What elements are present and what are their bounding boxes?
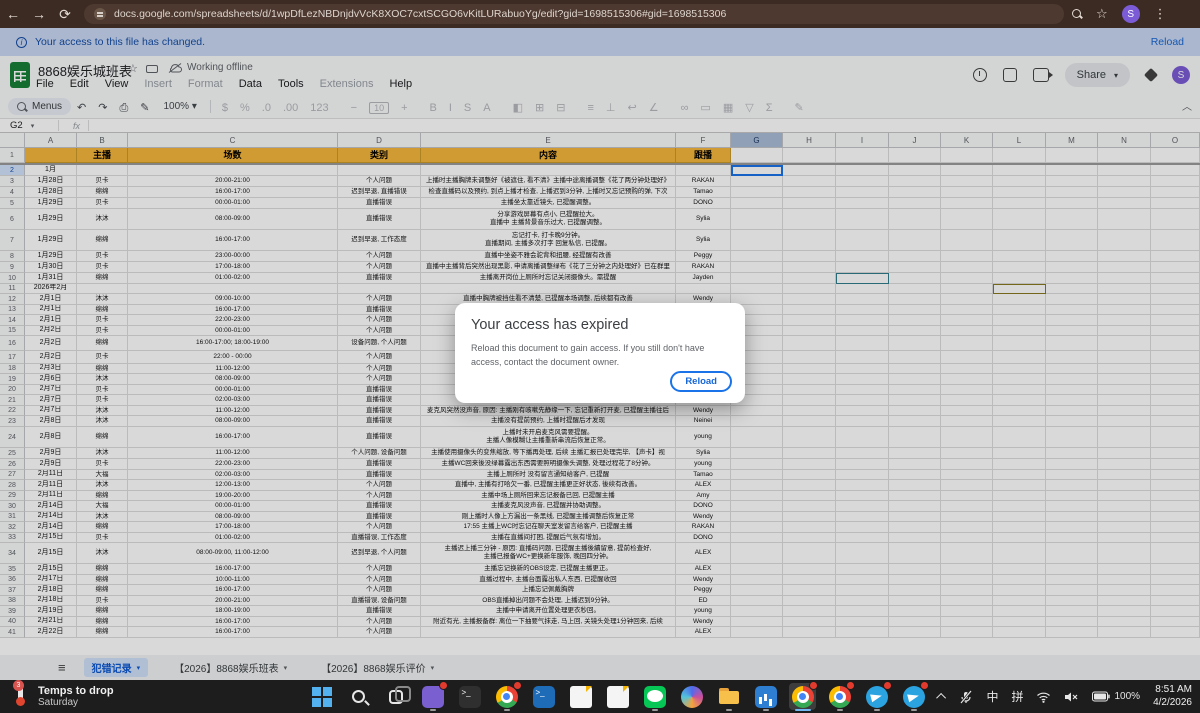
hidden-icons-chevron[interactable] <box>937 693 947 703</box>
system-tray: 中 拼 100% 8:51 AM 4/2/2026 <box>939 680 1192 713</box>
weather-headline: Temps to drop <box>38 685 114 697</box>
dialog-body: Reload this document to gain access. If … <box>471 342 733 369</box>
screen: ← → ⟳ docs.google.com/spreadsheets/d/1wp… <box>0 0 1200 713</box>
copilot-app-icon[interactable] <box>678 683 705 710</box>
tray-time: 8:51 AM <box>1153 684 1192 697</box>
browser-toolbar: ← → ⟳ docs.google.com/spreadsheets/d/1wp… <box>0 0 1200 28</box>
open-indicator <box>504 709 510 711</box>
doc-glyph <box>570 686 592 708</box>
telegram-app-2-icon[interactable] <box>900 683 927 710</box>
dialog-reload-button[interactable]: Reload <box>670 371 732 392</box>
chrome-profile-2-icon[interactable] <box>826 683 853 710</box>
document-app-1-icon[interactable] <box>567 683 594 710</box>
url-text[interactable]: docs.google.com/spreadsheets/d/1wpDfLezN… <box>114 8 726 20</box>
notification-badge <box>809 681 818 690</box>
open-indicator <box>874 709 880 711</box>
ime-language-indicator[interactable]: 中 <box>986 688 998 705</box>
copilot-glyph <box>681 686 703 708</box>
folder-glyph <box>718 686 740 708</box>
powershell-app-icon[interactable] <box>530 683 557 710</box>
taskview-glyph <box>389 690 403 704</box>
notification-badge <box>846 681 855 690</box>
chrome-active-icon[interactable] <box>789 683 816 710</box>
notification-badge <box>513 681 522 690</box>
line-app-icon[interactable] <box>641 683 668 710</box>
open-indicator <box>911 709 917 711</box>
doc-glyph <box>607 686 629 708</box>
taskbar: 3 Temps to drop Saturday 中 拼 <box>0 680 1200 713</box>
chrome-profile-1-icon[interactable] <box>493 683 520 710</box>
battery-icon[interactable] <box>1092 691 1110 702</box>
forward-icon[interactable]: → <box>26 6 52 22</box>
start-glyph <box>311 686 333 708</box>
open-indicator <box>652 709 658 711</box>
browser-avatar[interactable]: S <box>1122 5 1140 23</box>
open-indicator <box>837 709 843 711</box>
address-bar[interactable]: docs.google.com/spreadsheets/d/1wpDfLezN… <box>84 4 1064 24</box>
wifi-icon[interactable] <box>1036 691 1051 703</box>
notification-badge <box>883 681 892 690</box>
weather-day: Saturday <box>38 697 114 708</box>
line-glyph <box>644 686 666 708</box>
dialog-title: Your access has expired <box>471 317 729 333</box>
bookmark-star-icon[interactable]: ☆ <box>1096 6 1108 22</box>
access-expired-dialog: Your access has expired Reload this docu… <box>455 303 745 403</box>
weather-badge: 3 <box>13 680 24 691</box>
task-view-button[interactable] <box>382 683 409 710</box>
tray-date: 4/2/2026 <box>1153 697 1192 710</box>
notification-badge <box>439 681 448 690</box>
clock[interactable]: 8:51 AM 4/2/2026 <box>1153 684 1192 709</box>
microphone-muted-icon[interactable] <box>959 690 973 704</box>
site-info-icon[interactable] <box>94 8 106 20</box>
document-app-2-icon[interactable] <box>604 683 631 710</box>
taskbar-icons <box>308 683 927 710</box>
open-indicator <box>430 709 436 711</box>
battery-percent: 100% <box>1114 691 1140 702</box>
notifications-app-icon[interactable] <box>419 683 446 710</box>
file-explorer-icon[interactable] <box>715 683 742 710</box>
ime-mode-indicator[interactable]: 拼 <box>1011 688 1023 705</box>
volume-muted-icon[interactable] <box>1064 691 1079 703</box>
search-glyph <box>352 690 365 703</box>
terminal-glyph <box>459 686 481 708</box>
chart-glyph <box>755 686 777 708</box>
powershell-glyph <box>533 686 555 708</box>
weather-widget[interactable]: 3 Temps to drop Saturday <box>10 683 114 709</box>
active-indicator <box>795 709 811 711</box>
open-indicator <box>763 709 769 711</box>
search-icon[interactable] <box>1072 9 1082 19</box>
notification-badge <box>920 681 929 690</box>
reload-icon[interactable]: ⟳ <box>52 6 78 23</box>
start-button[interactable] <box>308 683 335 710</box>
back-icon[interactable]: ← <box>0 6 26 22</box>
task-manager-icon[interactable] <box>752 683 779 710</box>
telegram-app-1-icon[interactable] <box>863 683 890 710</box>
thermometer-icon: 3 <box>10 683 30 709</box>
browser-menu-icon[interactable]: ⋮ <box>1154 6 1167 22</box>
terminal-app-icon[interactable] <box>456 683 483 710</box>
search-button[interactable] <box>345 683 372 710</box>
open-indicator <box>726 709 732 711</box>
